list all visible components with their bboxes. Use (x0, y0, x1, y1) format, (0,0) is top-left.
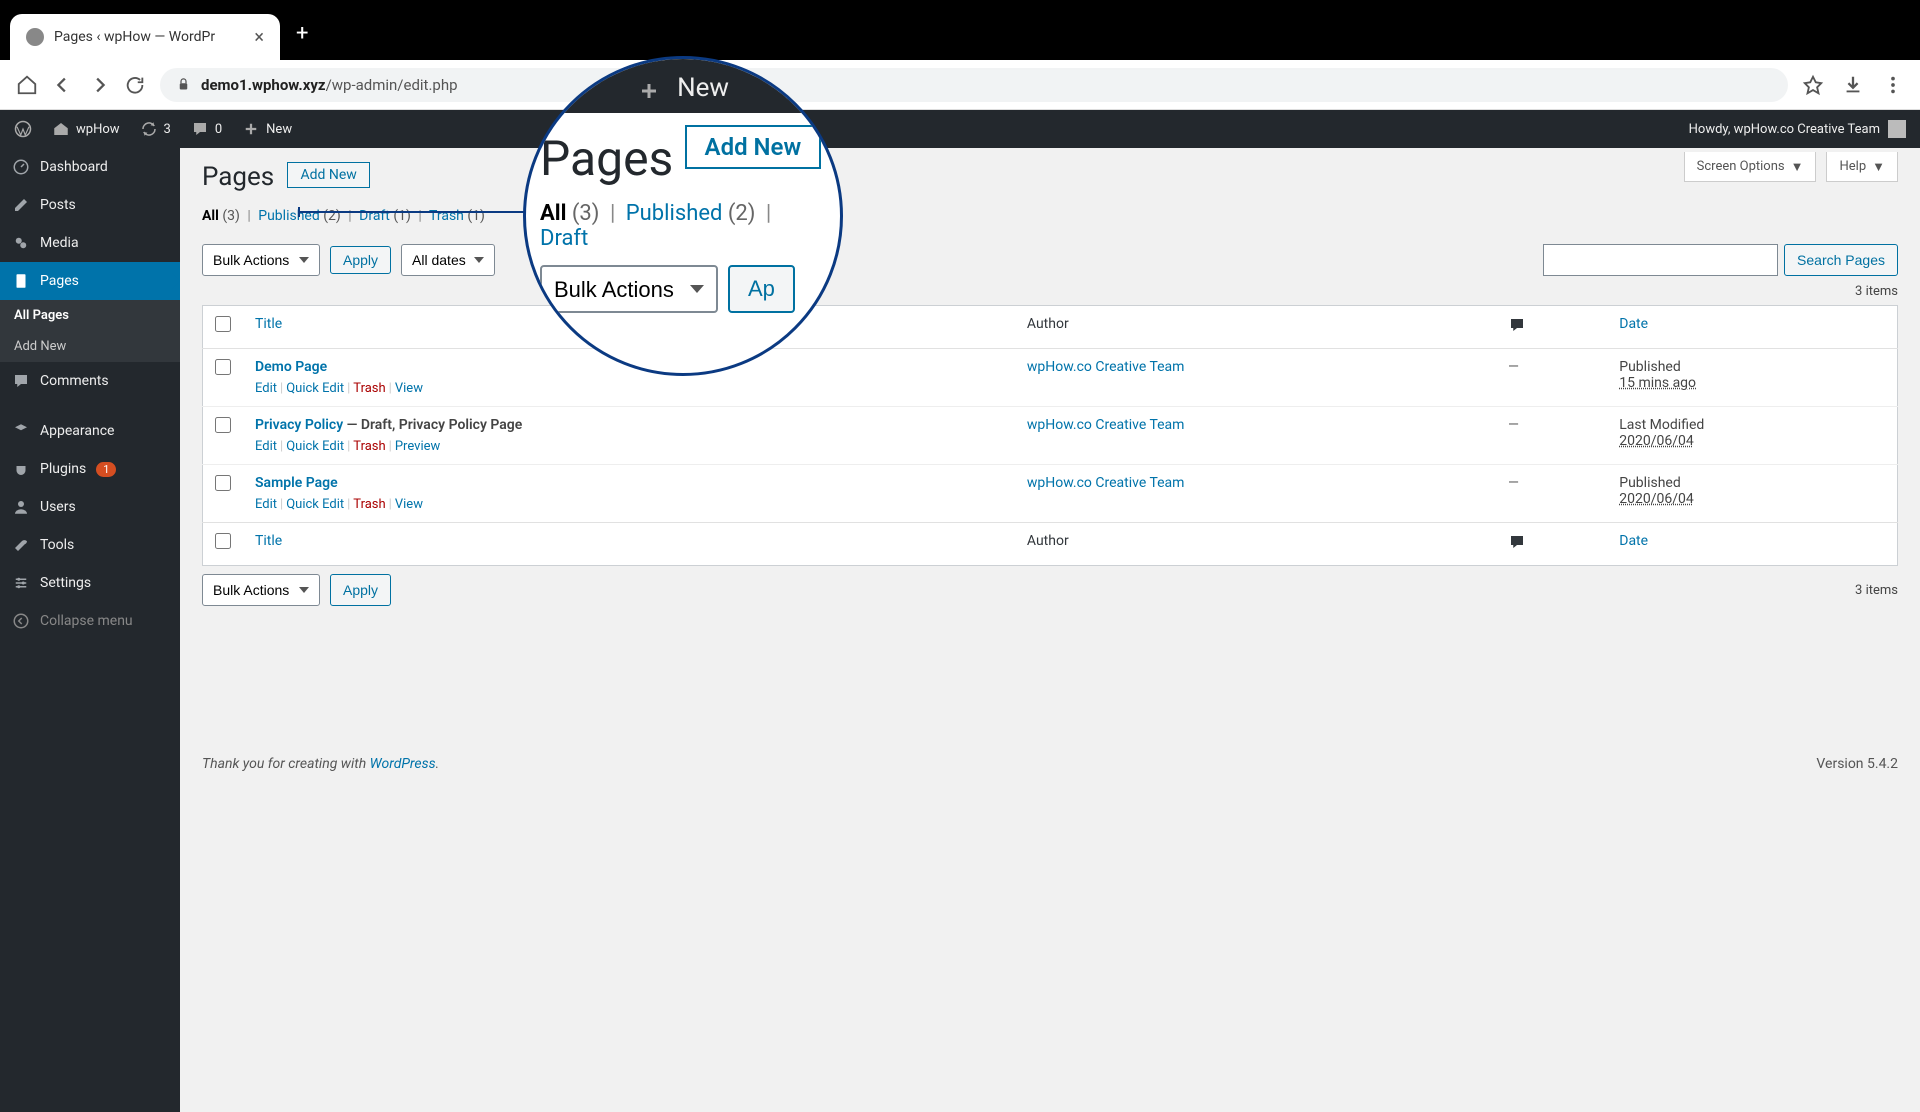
sidebar-item-posts[interactable]: Posts (0, 186, 180, 224)
row-action-edit[interactable]: Edit (255, 439, 277, 454)
comment-count: — (1508, 359, 1519, 375)
apply-button[interactable]: Apply (330, 246, 391, 274)
download-icon[interactable] (1842, 74, 1864, 96)
admin-bar: wpHow 3 0 New Howdy, wpHow.co Creative T… (0, 110, 1920, 148)
close-icon[interactable]: × (254, 27, 264, 48)
author-link[interactable]: wpHow.co Creative Team (1027, 417, 1185, 433)
mag-heading: Pages (540, 130, 673, 187)
row-action-quick-edit[interactable]: Quick Edit (286, 497, 344, 512)
sidebar-item-settings[interactable]: Settings (0, 564, 180, 602)
plugin-update-badge: 1 (96, 462, 116, 477)
updates-link[interactable]: 3 (140, 120, 171, 138)
table-row: Sample Page Edit|Quick Edit|Trash|View w… (203, 465, 1898, 523)
row-checkbox[interactable] (215, 359, 231, 375)
address-bar[interactable]: demo1.wphow.xyz/wp-admin/edit.php (160, 68, 1788, 102)
sidebar-sub-add-new[interactable]: Add New (0, 331, 180, 362)
search-button[interactable]: Search Pages (1784, 244, 1898, 276)
version: Version 5.4.2 (1816, 756, 1898, 772)
screen-options-tab[interactable]: Screen Options ▼ (1684, 152, 1817, 182)
pages-table: Title Author Date Demo Page Edit|Quick E… (202, 305, 1898, 566)
mag-add-new: Add New (685, 125, 822, 169)
footer-thankyou: Thank you for creating with WordPress. (202, 756, 439, 772)
new-tab-button[interactable]: + (296, 21, 308, 46)
page-title-link[interactable]: Sample Page (255, 475, 338, 491)
howdy-user[interactable]: Howdy, wpHow.co Creative Team (1689, 122, 1880, 137)
mag-apply: Ap (728, 265, 795, 313)
sidebar-item-tools[interactable]: Tools (0, 526, 180, 564)
url: demo1.wphow.xyz/wp-admin/edit.php (201, 76, 458, 94)
bulk-actions-select[interactable]: Bulk Actions (202, 244, 320, 276)
select-all-checkbox[interactable] (215, 316, 231, 332)
main-content: Screen Options ▼ Help ▼ Pages Add New Al… (180, 148, 1920, 1112)
row-action-trash[interactable]: Trash (353, 497, 385, 512)
tab-title: Pages ‹ wpHow — WordPr (54, 29, 244, 45)
sidebar-item-pages[interactable]: Pages (0, 262, 180, 300)
sidebar-item-media[interactable]: Media (0, 224, 180, 262)
sidebar-item-comments[interactable]: Comments (0, 362, 180, 400)
comment-count: — (1508, 417, 1519, 433)
sidebar-sub-all-pages[interactable]: All Pages (0, 300, 180, 331)
help-tab[interactable]: Help ▼ (1826, 152, 1898, 182)
row-action-quick-edit[interactable]: Quick Edit (286, 439, 344, 454)
col-date[interactable]: Date (1607, 306, 1897, 349)
browser-tab[interactable]: Pages ‹ wpHow — WordPr × (10, 14, 280, 60)
wp-logo[interactable] (14, 120, 32, 138)
reload-icon[interactable] (124, 74, 146, 96)
row-action-view[interactable]: View (395, 497, 423, 512)
select-all-checkbox-footer[interactable] (215, 533, 231, 549)
new-link[interactable]: New (242, 120, 292, 138)
row-action-trash[interactable]: Trash (353, 381, 385, 396)
sidebar-item-users[interactable]: Users (0, 488, 180, 526)
row-action-trash[interactable]: Trash (353, 439, 385, 454)
items-count: 3 items (1855, 284, 1898, 299)
comments-link[interactable]: 0 (191, 120, 222, 138)
back-icon[interactable] (52, 74, 74, 96)
sidebar-item-dashboard[interactable]: Dashboard (0, 148, 180, 186)
favicon (26, 28, 44, 46)
admin-sidebar: Dashboard Posts Media Pages All Pages Ad… (0, 148, 180, 1112)
callout-line (298, 211, 528, 213)
author-link[interactable]: wpHow.co Creative Team (1027, 475, 1185, 491)
table-row: Demo Page Edit|Quick Edit|Trash|View wpH… (203, 349, 1898, 407)
sidebar-submenu-pages: All Pages Add New (0, 300, 180, 362)
items-count-bottom: 3 items (1855, 583, 1898, 598)
page-title-link[interactable]: Demo Page (255, 359, 327, 375)
wordpress-link[interactable]: WordPress (370, 756, 436, 772)
row-action-preview[interactable]: Preview (395, 439, 440, 454)
dates-select[interactable]: All dates (401, 244, 495, 276)
page-heading: Pages (202, 162, 274, 192)
avatar[interactable] (1888, 120, 1906, 138)
sidebar-item-appearance[interactable]: Appearance (0, 412, 180, 450)
star-icon[interactable] (1802, 74, 1824, 96)
page-title-link[interactable]: Privacy Policy (255, 417, 343, 433)
author-link[interactable]: wpHow.co Creative Team (1027, 359, 1185, 375)
site-link[interactable]: wpHow (52, 120, 120, 138)
row-checkbox[interactable] (215, 417, 231, 433)
sidebar-collapse[interactable]: Collapse menu (0, 602, 180, 640)
forward-icon[interactable] (88, 74, 110, 96)
search-input[interactable] (1543, 244, 1778, 276)
browser-tab-strip: Pages ‹ wpHow — WordPr × + (0, 0, 1920, 60)
comment-count: — (1508, 475, 1519, 491)
row-checkbox[interactable] (215, 475, 231, 491)
browser-toolbar: demo1.wphow.xyz/wp-admin/edit.php (0, 60, 1920, 110)
row-action-view[interactable]: View (395, 381, 423, 396)
table-row: Privacy Policy — Draft, Privacy Policy P… (203, 407, 1898, 465)
row-action-quick-edit[interactable]: Quick Edit (286, 381, 344, 396)
row-action-edit[interactable]: Edit (255, 497, 277, 512)
menu-icon[interactable] (1882, 74, 1904, 96)
col-author: Author (1015, 306, 1496, 349)
add-new-button[interactable]: Add New (287, 162, 369, 188)
bulk-actions-select-bottom[interactable]: Bulk Actions (202, 574, 320, 606)
lock-icon (176, 77, 191, 92)
home-icon[interactable] (16, 74, 38, 96)
magnifier-overlay: New Pages Add New All (3) | Published (2… (523, 56, 843, 376)
apply-button-bottom[interactable]: Apply (330, 574, 391, 606)
sidebar-item-plugins[interactable]: Plugins1 (0, 450, 180, 488)
col-comments[interactable] (1496, 306, 1607, 349)
mag-bulk-select: Bulk Actions (540, 265, 718, 313)
filter-all[interactable]: All (202, 208, 219, 224)
row-action-edit[interactable]: Edit (255, 381, 277, 396)
